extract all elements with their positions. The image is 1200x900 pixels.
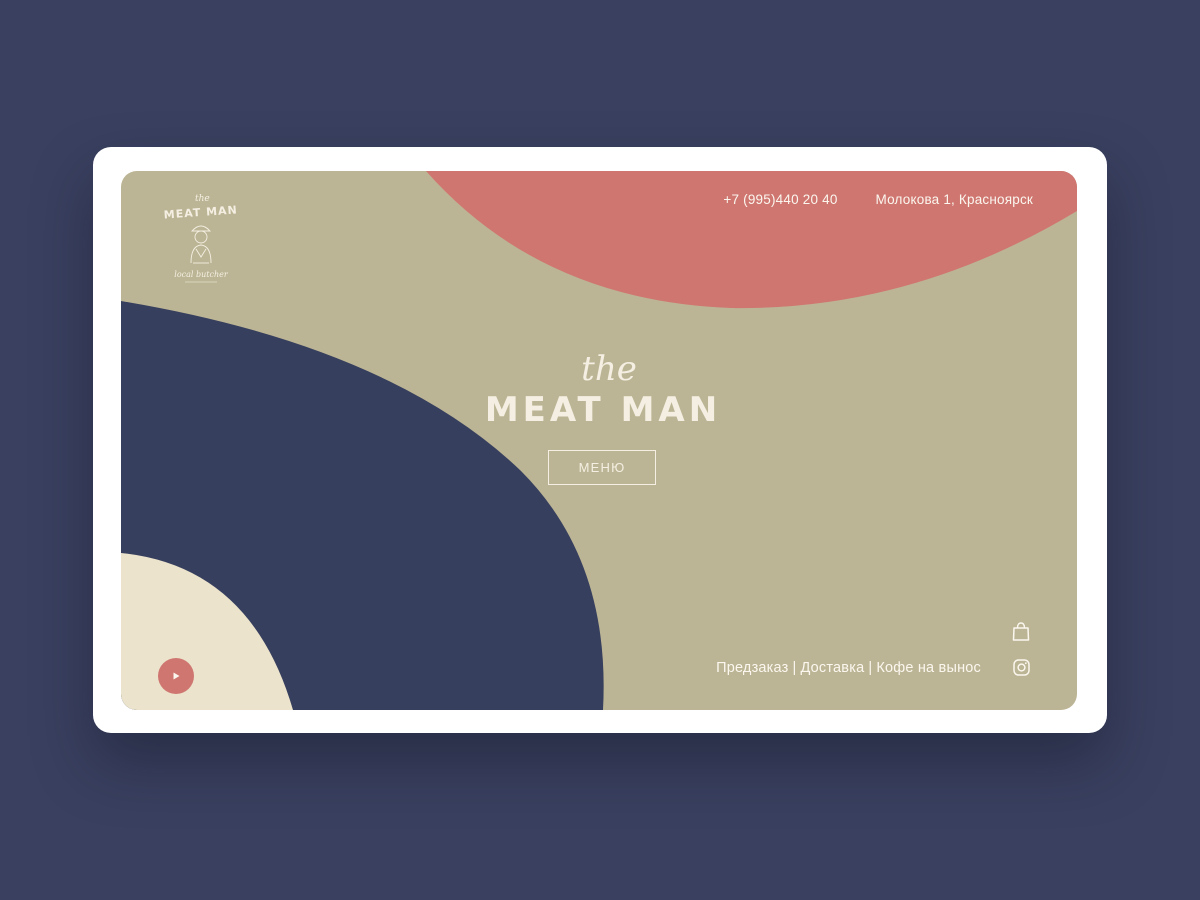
address: Молокова 1, Красноярск — [875, 192, 1033, 207]
hero-the: the — [581, 349, 637, 389]
play-button[interactable] — [158, 658, 194, 694]
menu-button[interactable]: МЕНЮ — [548, 450, 656, 485]
footer-nav: Предзаказ | Доставка | Кофе на вынос — [716, 660, 981, 676]
header-contacts: +7 (995)440 20 40 Молокова 1, Красноярск — [723, 192, 1033, 207]
hero-heading: the MEAT MAN — [121, 351, 1077, 433]
nav-separator: | — [868, 660, 873, 676]
logo-the: the — [195, 194, 210, 204]
background-shapes — [121, 171, 1077, 710]
shopping-bag-icon[interactable] — [1012, 622, 1030, 641]
nav-separator: | — [792, 660, 797, 676]
instagram-icon[interactable] — [1013, 659, 1030, 676]
logo[interactable]: the MEAT MAN local butcher — [161, 191, 241, 286]
website-screen: the MEAT MAN local butcher +7 (995)440 2… — [121, 171, 1077, 710]
hero-title: MEAT MAN — [484, 390, 722, 430]
nav-delivery[interactable]: Доставка — [800, 660, 864, 676]
logo-name: MEAT MAN — [163, 203, 238, 221]
butcher-illustration-icon: the MEAT MAN local butcher — [163, 194, 238, 283]
nav-coffee-to-go[interactable]: Кофе на вынос — [876, 660, 981, 676]
logo-tagline: local butcher — [174, 270, 229, 279]
nav-preorder[interactable]: Предзаказ — [716, 660, 788, 676]
phone-number[interactable]: +7 (995)440 20 40 — [723, 192, 837, 207]
play-icon — [173, 672, 180, 680]
